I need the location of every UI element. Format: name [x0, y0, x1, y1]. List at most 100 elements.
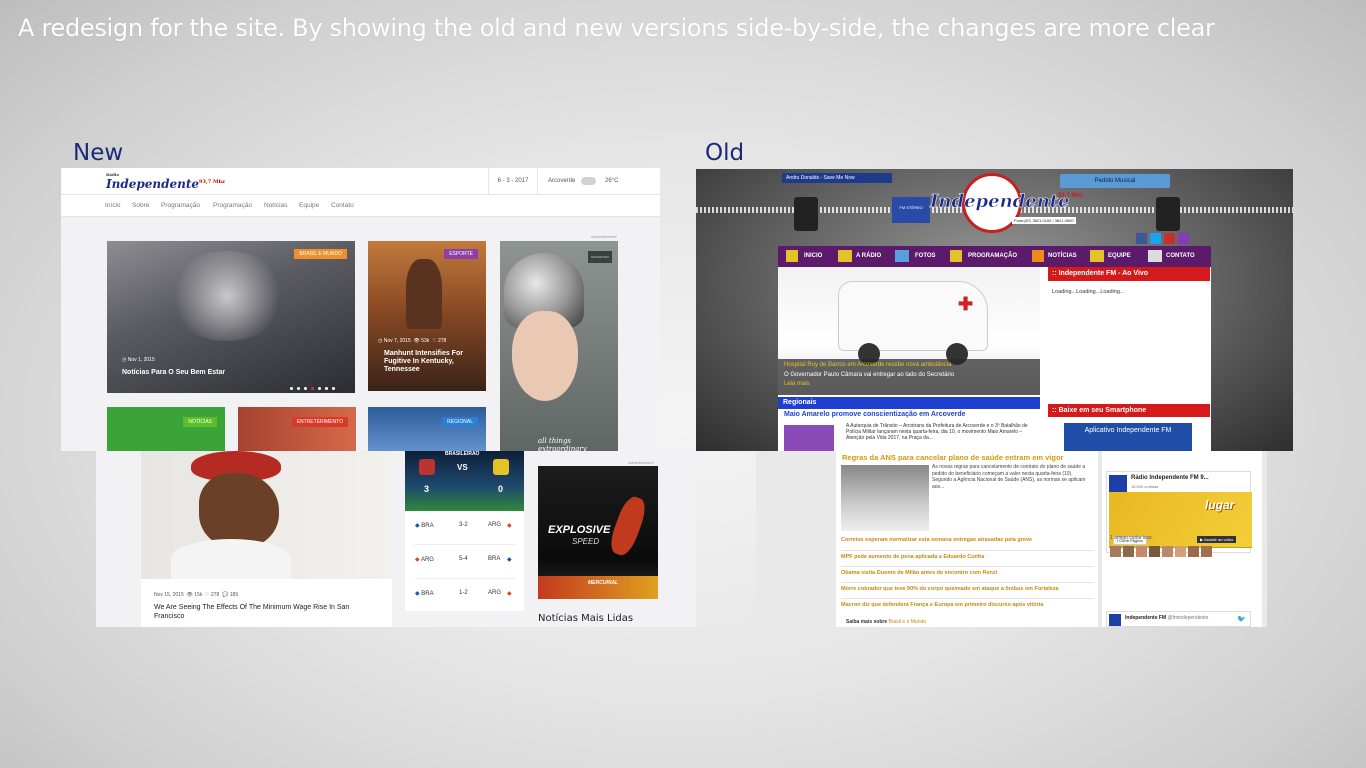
score-row[interactable]: ◆ BRA 1-2 ARG ◆ [415, 590, 515, 597]
app-download-button[interactable]: Aplicativo Independente FM [1064, 423, 1192, 451]
athlete-image [406, 259, 442, 329]
esporte-tag[interactable]: ESPORTE [444, 249, 478, 259]
fb-video-button[interactable]: ▶ Assistir ao vídeo [1197, 536, 1237, 543]
old-nav-radio[interactable]: A RÁDIO [856, 253, 881, 259]
old-leia-mais[interactable]: Leia mais [784, 381, 810, 387]
weather-temp: 26°C [605, 178, 619, 184]
old-site-screenshot-top: Andru Donalds - Save Me Now FM STÉREO In… [696, 169, 1293, 451]
fb-page-likes: 18.000 curtidas [1131, 484, 1159, 489]
regionais-text: A Autarquia de Trânsito – Arcotrans da P… [846, 423, 1028, 441]
ambulance-image[interactable]: ✚ Hospital Ruy de Barros em Arcoverde re… [778, 267, 1040, 395]
logo-main-text: Independente [106, 177, 200, 191]
headline-item[interactable]: Correios esperam normalizar esta semana … [841, 537, 1032, 543]
noticias-card[interactable]: NOTÍCIAS [107, 407, 225, 451]
model-face [512, 311, 578, 401]
entretenimento-card[interactable]: ENTRETERIMENTO [238, 407, 356, 451]
hero-caption-bar: Hospital Ruy de Barros em Arcoverde rece… [778, 359, 1040, 395]
red-cross-icon: ✚ [958, 294, 974, 314]
saiba-mais-link[interactable]: Brasil e o Mundo [889, 619, 927, 625]
regionais-image[interactable] [784, 425, 834, 451]
ans-image[interactable] [841, 465, 929, 531]
nav-equipe[interactable]: Equipe [299, 202, 319, 209]
old-hero-caption[interactable]: Hospital Ruy de Barros em Arcoverde rece… [784, 362, 951, 368]
feature-image[interactable] [141, 451, 392, 579]
twitter-icon[interactable] [1150, 233, 1161, 244]
new-site-screenshot-bottom: Nov 15, 2015 👁 15k ♡ 278 💬 189 We Are Se… [96, 451, 696, 627]
score-home: 3 [424, 484, 430, 494]
nike-ad[interactable]: EXPLOSIVE SPEED MERCURIAL [538, 466, 658, 599]
old-logo[interactable]: Independente [930, 191, 1070, 213]
score-row[interactable]: ◆ ARG 5-4 BRA ◆ [415, 556, 515, 563]
old-nav-contato[interactable]: CONTATO [1166, 253, 1195, 259]
feature-text-box: Nov 15, 2015 👁 15k ♡ 278 💬 189 We Are Se… [141, 579, 392, 627]
camera-icon [895, 250, 909, 262]
new-site-logo[interactable]: Rádio Independente93,7 Mhz [106, 173, 225, 192]
scores-widget: BRASILEIRÃO VS 3 0 ◆ BRA 3-2 ARG ◆ ◆ ARG 5-4… [405, 451, 524, 611]
regional-card[interactable]: REGIONAL [368, 407, 486, 451]
score-row[interactable]: ◆ BRA 3-2 ARG ◆ [415, 522, 515, 529]
logo-freq: 93,7 Mhz [199, 179, 225, 185]
nav-programacao-1[interactable]: Programação [161, 202, 200, 209]
entretenimento-tag[interactable]: ENTRETERIMENTO [291, 417, 348, 427]
headline-item[interactable]: Morre cobrador que teve 90% do corpo que… [841, 586, 1059, 592]
old-nav-programacao[interactable]: PROGRAMAÇÃO [968, 253, 1017, 259]
nav-sobre[interactable]: Sobre [132, 202, 149, 209]
esporte-meta: ◷ Nov 7, 2015 👁 53k ♡ 278 [378, 338, 447, 344]
old-hero-sub: O Governador Paulo Câmara vai entregar a… [784, 372, 955, 378]
pedido-musical-button[interactable]: Pedido Musical [1060, 174, 1170, 188]
ans-text: As novas regras para cancelamento de con… [932, 464, 1086, 490]
cloud-icon [581, 177, 596, 185]
slider-dots[interactable] [290, 377, 339, 393]
noticias-tag[interactable]: NOTÍCIAS [183, 417, 217, 427]
old-news-column: Regras da ANS para cancelar plano de saú… [836, 451, 1098, 627]
score-away: 0 [498, 484, 504, 494]
regional-tag[interactable]: REGIONAL [442, 417, 478, 427]
fb-page-name[interactable]: Rádio Independente FM 9... [1131, 475, 1209, 481]
new-site-screenshot-top: Rádio Independente93,7 Mhz 6 - 3 - 2017 … [61, 168, 660, 451]
home-icon [786, 250, 798, 262]
hero-tag[interactable]: BRASIL E MUNDO [294, 249, 347, 259]
nav-contato[interactable]: Contato [331, 202, 354, 209]
ad2-line1: EXPLOSIVE [548, 524, 611, 536]
tw-name[interactable]: Independente FM @fmindependente [1125, 615, 1208, 621]
fb-friend-text: 1 amigo curtiu isso [1110, 535, 1152, 541]
feature-title[interactable]: We Are Seeing The Effects Of The Minimum… [154, 604, 374, 621]
facebook-icon[interactable] [1136, 233, 1147, 244]
nav-noticias[interactable]: Notícias [264, 202, 287, 209]
old-nav-noticias[interactable]: NOTÍCIAS [1048, 253, 1077, 259]
twitter-bird-icon[interactable]: 🐦 [1237, 615, 1246, 623]
old-nav-fotos[interactable]: FOTOS [915, 253, 936, 259]
page-headline: A redesign for the site. By showing the … [18, 14, 1215, 42]
swarovski-ad[interactable]: SWAROVSKI all things extraordinary [500, 241, 618, 451]
old-nav-equipe[interactable]: EQUIPE [1108, 253, 1131, 259]
nav-programacao-2[interactable]: Programação [213, 202, 252, 209]
nav-inicio[interactable]: Início [105, 202, 121, 209]
hero-date: ◷ Nov 1, 2015 [122, 357, 155, 363]
man-face [199, 473, 279, 548]
headline-item[interactable]: MPF pede aumento de pena aplicada a Edua… [841, 554, 984, 560]
hero-card[interactable]: BRASIL E MUNDO ◷ Nov 1, 2015 Notícias Pa… [107, 241, 355, 393]
regionais-title[interactable]: Maio Amarelo promove conscientização em … [784, 411, 966, 418]
headline-item[interactable]: Obama visita Duomo de Milão antes de enc… [841, 570, 997, 576]
old-phone: Fone:(87) 3821.0100 / 3821.0500 [1012, 217, 1076, 224]
new-version-label: New [73, 140, 124, 166]
old-nav-inicio[interactable]: INICIO [804, 253, 822, 259]
ad-label: Advertisement [591, 234, 617, 239]
new-site-nav: Início Sobre Programação Programação Not… [61, 195, 660, 217]
youtube-icon[interactable] [1164, 233, 1175, 244]
fb-cover-text: lugar [1205, 498, 1235, 512]
mail-icon [1148, 250, 1162, 262]
ans-title[interactable]: Regras da ANS para cancelar plano de saú… [842, 453, 1063, 462]
headline-item[interactable]: Macron diz que defenderá França e Europa… [841, 602, 1043, 608]
team-badge-home [419, 459, 435, 475]
old-logo-freq: 93,7 Mhz [1058, 193, 1084, 199]
scores-league: BRASILEIRÃO [445, 451, 480, 457]
player-image [606, 493, 650, 559]
fb-friend-avatars [1110, 544, 1230, 557]
hero-title[interactable]: Notícias Para O Seu Bem Estar [122, 369, 322, 377]
instagram-icon[interactable] [1178, 233, 1189, 244]
hero-image [167, 251, 287, 341]
esporte-card[interactable]: ESPORTE ◷ Nov 7, 2015 👁 53k ♡ 278 Manhun… [368, 241, 486, 391]
most-read-heading: Notícias Mais Lidas [538, 613, 634, 624]
esporte-title[interactable]: Manhunt Intensifies For Fugitive In Kent… [384, 350, 480, 374]
